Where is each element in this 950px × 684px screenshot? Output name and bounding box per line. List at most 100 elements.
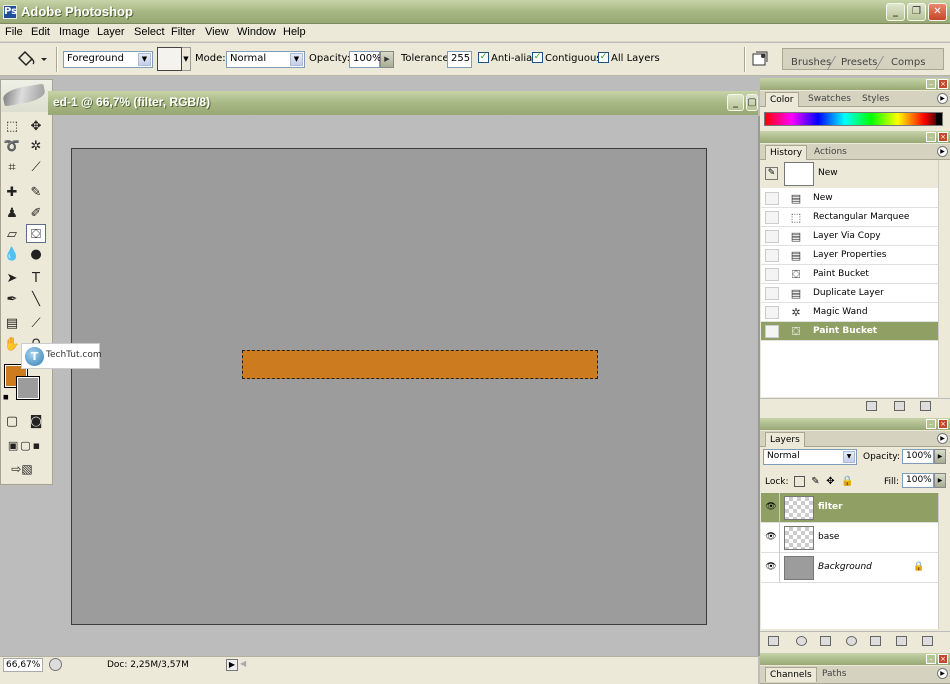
close-button[interactable]: ✕ bbox=[928, 3, 947, 21]
doc-restore-button[interactable]: ▢ bbox=[746, 94, 758, 111]
history-item-active[interactable]: ⛋ Paint Bucket bbox=[761, 322, 938, 341]
fill-field[interactable]: 100% bbox=[902, 473, 934, 488]
tab-color[interactable]: Color bbox=[765, 92, 799, 107]
quick-mask-mode-icon[interactable]: ◙ bbox=[26, 412, 46, 431]
eraser-tool-icon[interactable]: ▱ bbox=[2, 225, 22, 244]
layer-row-base[interactable]: 👁 base bbox=[761, 523, 938, 553]
opacity-field[interactable]: 100% bbox=[349, 51, 382, 68]
tab-styles[interactable]: Styles bbox=[858, 92, 893, 107]
background-color-swatch[interactable] bbox=[16, 376, 40, 400]
history-source-checkbox[interactable] bbox=[765, 230, 779, 243]
history-item[interactable]: ⛋ Paint Bucket bbox=[761, 265, 938, 284]
lasso-tool-icon[interactable]: ➰ bbox=[2, 137, 22, 156]
layer-link-slot[interactable] bbox=[779, 553, 780, 583]
chevron-down-icon[interactable]: ▼ bbox=[843, 451, 855, 463]
history-brush-source-icon[interactable]: ✎ bbox=[765, 167, 778, 180]
notes-tool-icon[interactable]: ▤ bbox=[2, 314, 22, 333]
image-canvas[interactable] bbox=[71, 148, 707, 625]
menu-image[interactable]: Image bbox=[59, 26, 90, 38]
eye-icon[interactable]: 👁 bbox=[764, 531, 778, 543]
new-layer-icon[interactable] bbox=[896, 636, 907, 646]
history-source-checkbox[interactable] bbox=[765, 249, 779, 262]
tab-history[interactable]: History bbox=[765, 145, 808, 160]
magic-wand-tool-icon[interactable]: ✲ bbox=[26, 137, 46, 156]
tolerance-field[interactable]: 255 bbox=[447, 51, 472, 68]
panel-close-icon[interactable]: × bbox=[938, 419, 948, 429]
minimize-button[interactable]: _ bbox=[886, 3, 905, 21]
panel-menu-icon[interactable]: ▶ bbox=[937, 93, 948, 104]
paint-bucket-icon[interactable] bbox=[14, 49, 50, 69]
panel-menu-icon[interactable]: ▶ bbox=[937, 433, 948, 444]
history-source-checkbox[interactable] bbox=[765, 325, 779, 338]
layer-link-slot[interactable] bbox=[779, 493, 780, 523]
menu-view[interactable]: View bbox=[205, 26, 229, 38]
default-colors-icon[interactable]: ◼ bbox=[3, 393, 11, 401]
file-browser-icon[interactable] bbox=[750, 49, 770, 69]
tab-swatches[interactable]: Swatches bbox=[804, 92, 855, 107]
history-brush-tool-icon[interactable]: ✐ bbox=[26, 204, 46, 223]
tab-channels[interactable]: Channels bbox=[765, 667, 817, 682]
history-panel-titlebar[interactable]: – × bbox=[760, 131, 950, 143]
pattern-swatch[interactable] bbox=[157, 47, 182, 71]
move-tool-icon[interactable]: ✥ bbox=[26, 117, 46, 136]
standard-mode-icon[interactable]: ▢ bbox=[2, 412, 22, 431]
lock-transparency-icon[interactable] bbox=[794, 476, 805, 487]
pen-tool-icon[interactable]: ✒ bbox=[2, 290, 22, 309]
tab-actions[interactable]: Actions bbox=[810, 145, 851, 160]
lock-image-icon[interactable]: ✎ bbox=[810, 476, 821, 487]
lock-position-icon[interactable]: ✥ bbox=[825, 476, 836, 487]
all-layers-checkbox[interactable]: ✓ bbox=[598, 52, 609, 63]
horizontal-scrollbar[interactable] bbox=[0, 673, 758, 684]
brush-tool-icon[interactable]: ✎ bbox=[26, 183, 46, 202]
history-source-checkbox[interactable] bbox=[765, 287, 779, 300]
panel-close-icon[interactable]: × bbox=[938, 654, 948, 664]
zoom-field[interactable]: 66,67% bbox=[3, 658, 43, 672]
layer-row-background[interactable]: 👁 Background 🔒 bbox=[761, 553, 938, 583]
opacity-arrow-icon[interactable]: ▶ bbox=[934, 449, 946, 464]
channels-panel-titlebar[interactable]: – × bbox=[760, 653, 950, 665]
history-source-checkbox[interactable] bbox=[765, 306, 779, 319]
menu-file[interactable]: File bbox=[5, 26, 23, 38]
clone-stamp-tool-icon[interactable]: ♟ bbox=[2, 204, 22, 223]
menu-layer[interactable]: Layer bbox=[97, 26, 125, 38]
screen-mode-icons[interactable]: ▣▢▪ bbox=[2, 436, 48, 455]
crop-tool-icon[interactable]: ⌗ bbox=[2, 158, 22, 177]
tab-layers[interactable]: Layers bbox=[765, 432, 805, 447]
history-scrollbar[interactable] bbox=[938, 160, 950, 397]
menu-edit[interactable]: Edit bbox=[31, 26, 50, 38]
panel-close-icon[interactable]: × bbox=[938, 132, 948, 142]
panel-minimize-icon[interactable]: – bbox=[926, 654, 936, 664]
history-item[interactable]: ▤ Layer Properties bbox=[761, 246, 938, 265]
layer-blend-mode-select[interactable]: Normal ▼ bbox=[763, 449, 857, 465]
new-snapshot-icon[interactable] bbox=[894, 401, 905, 411]
history-item[interactable]: ▤ New bbox=[761, 189, 938, 208]
orange-selection-bar[interactable] bbox=[242, 350, 598, 379]
panel-menu-icon[interactable]: ▶ bbox=[937, 668, 948, 679]
history-item[interactable]: ✲ Magic Wand bbox=[761, 303, 938, 322]
adjustment-layer-icon[interactable] bbox=[846, 636, 857, 646]
panel-minimize-icon[interactable]: – bbox=[926, 419, 936, 429]
well-tab-comps[interactable]: Comps bbox=[891, 57, 925, 68]
layer-row-filter[interactable]: 👁 filter bbox=[761, 493, 938, 523]
mode-select[interactable]: Normal ▼ bbox=[226, 51, 305, 68]
panel-menu-icon[interactable]: ▶ bbox=[937, 146, 948, 157]
history-item[interactable]: ⬚ Rectangular Marquee bbox=[761, 208, 938, 227]
contiguous-checkbox[interactable]: ✓ bbox=[532, 52, 543, 63]
color-spectrum-bar[interactable] bbox=[764, 112, 943, 126]
restore-button[interactable]: ❐ bbox=[907, 3, 926, 21]
new-document-from-state-icon[interactable] bbox=[866, 401, 877, 411]
layer-mask-icon[interactable] bbox=[820, 636, 831, 646]
hand-tool-icon[interactable]: ✋ bbox=[2, 335, 22, 354]
opacity-slider-arrow-icon[interactable]: ▶ bbox=[380, 51, 394, 68]
layer-opacity-field[interactable]: 100% bbox=[902, 449, 934, 464]
scroll-left-icon[interactable]: ◀ bbox=[240, 659, 252, 671]
history-item[interactable]: ▤ Layer Via Copy bbox=[761, 227, 938, 246]
blur-tool-icon[interactable]: 💧 bbox=[2, 245, 22, 264]
color-panel-titlebar[interactable]: – × bbox=[760, 78, 950, 90]
history-source-checkbox[interactable] bbox=[765, 268, 779, 281]
eyedropper-tool-icon[interactable]: ⟋ bbox=[26, 314, 46, 333]
chevron-down-icon[interactable]: ▼ bbox=[290, 53, 303, 66]
slice-tool-icon[interactable]: ⟋ bbox=[26, 158, 46, 177]
new-group-icon[interactable] bbox=[870, 636, 881, 646]
well-tab-presets[interactable]: Presets bbox=[841, 57, 877, 68]
